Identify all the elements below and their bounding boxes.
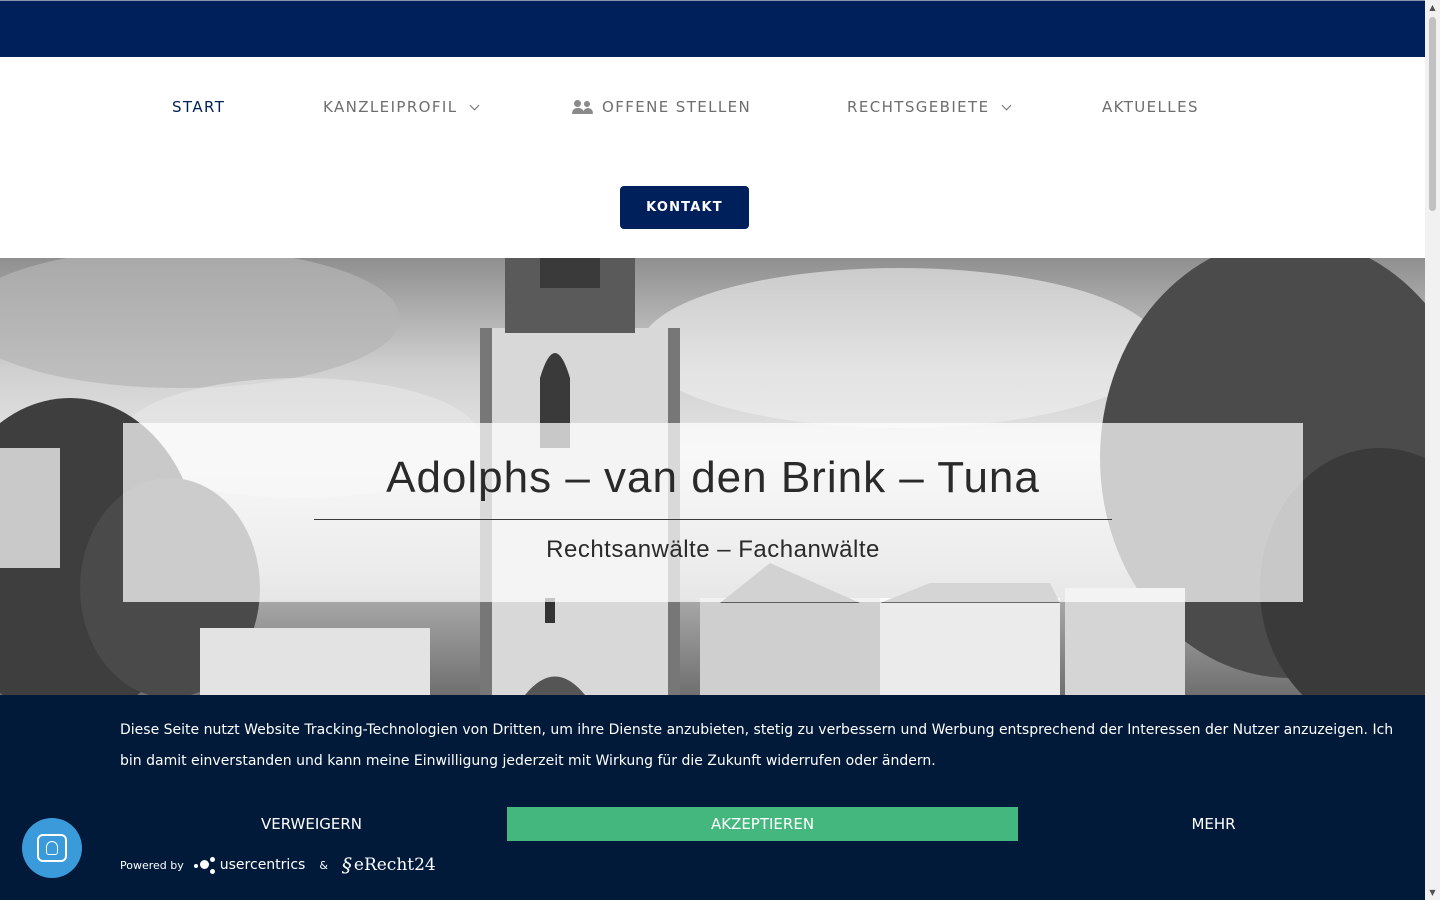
chevron-down-icon: [1002, 100, 1012, 110]
erecht24-logo[interactable]: § eRecht24: [342, 853, 436, 877]
top-bar: [0, 0, 1425, 57]
scroll-up-arrow[interactable]: ▲: [1425, 0, 1440, 15]
more-button[interactable]: MEHR: [1022, 807, 1405, 841]
deny-button[interactable]: VERWEIGERN: [120, 807, 503, 841]
ampersand: &: [319, 858, 328, 872]
cookie-banner: Diese Seite nutzt Website Tracking-Techn…: [0, 695, 1425, 900]
fingerprint-icon: [37, 834, 67, 862]
nav-item-rechtsgebiete[interactable]: RECHTSGEBIETE: [847, 98, 1012, 116]
erecht24-label: eRecht24: [353, 855, 436, 875]
nav-item-kanzleiprofil[interactable]: KANZLEIPROFIL: [323, 98, 480, 116]
hero-title: Adolphs – van den Brink – Tuna: [386, 453, 1040, 502]
cookie-consent-text: Diese Seite nutzt Website Tracking-Techn…: [120, 722, 1394, 769]
nav-item-label: RECHTSGEBIETE: [847, 98, 990, 116]
powered-by-label: Powered by: [120, 858, 184, 872]
nav-item-label: START: [172, 98, 226, 116]
chevron-down-icon: [470, 100, 480, 110]
main-navigation: START KANZLEIPROFIL OFFENE STELLEN RECHT…: [0, 57, 1425, 258]
usercentrics-logo[interactable]: usercentrics: [193, 854, 306, 876]
nav-item-offene-stellen[interactable]: OFFENE STELLEN: [572, 98, 751, 116]
hero-divider: [314, 519, 1112, 520]
privacy-settings-button[interactable]: [22, 818, 82, 878]
nav-item-label: KANZLEIPROFIL: [323, 98, 458, 116]
nav-item-label: OFFENE STELLEN: [602, 98, 752, 116]
contact-button[interactable]: KONTAKT: [620, 186, 749, 229]
usercentrics-label: usercentrics: [219, 857, 306, 873]
nav-item-aktuelles[interactable]: AKTUELLES: [1102, 98, 1199, 116]
erecht24-icon: §: [341, 853, 352, 877]
users-icon: [572, 100, 594, 114]
usercentrics-icon: [193, 854, 218, 876]
scroll-down-arrow[interactable]: ▼: [1425, 885, 1440, 900]
nav-item-label: AKTUELLES: [1102, 98, 1199, 116]
accept-button[interactable]: AKZEPTIEREN: [507, 807, 1018, 841]
hero-section: Adolphs – van den Brink – Tuna Rechtsanw…: [0, 258, 1425, 695]
nav-item-start[interactable]: START: [172, 98, 225, 116]
scrollbar-thumb[interactable]: [1429, 17, 1436, 211]
hero-title-box: Adolphs – van den Brink – Tuna Rechtsanw…: [123, 423, 1303, 602]
scrollbar[interactable]: ▲ ▼: [1425, 0, 1440, 900]
powered-by: Powered by usercentrics & § eRecht24: [120, 850, 436, 880]
hero-subtitle: Rechtsanwälte – Fachanwälte: [546, 536, 880, 563]
